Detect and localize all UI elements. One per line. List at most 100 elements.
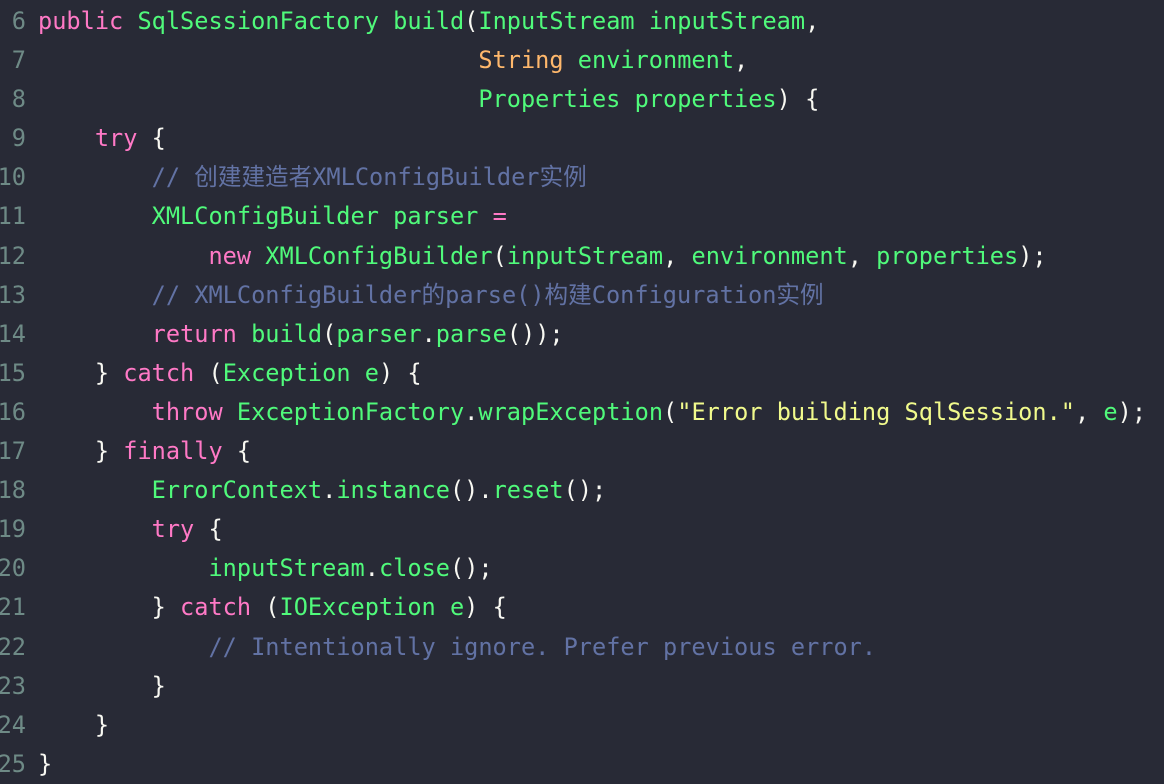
punctuation-token: { bbox=[222, 437, 252, 466]
line-number: 17 bbox=[0, 437, 26, 466]
line-source: XMLConfigBuilder parser = bbox=[38, 197, 507, 236]
line-source: } finally { bbox=[38, 432, 251, 471]
line-source: new XMLConfigBuilder(inputStream, enviro… bbox=[38, 237, 1046, 276]
identifier-token: IOException e bbox=[279, 593, 465, 622]
identifier-token: close bbox=[378, 554, 450, 583]
identifier-token: environment bbox=[577, 46, 735, 75]
line-source: try { bbox=[38, 119, 166, 158]
punctuation-token: } bbox=[38, 593, 181, 622]
punctuation-token bbox=[38, 163, 152, 191]
line-number: 20 bbox=[0, 554, 26, 583]
line-source: // XMLConfigBuilder的parse()构建Configurati… bbox=[38, 276, 824, 315]
comment-token: // 创建建造者XMLConfigBuilder实例 bbox=[151, 163, 587, 192]
identifier-token: ExceptionFactory bbox=[236, 397, 465, 426]
punctuation-token: , bbox=[663, 241, 692, 270]
identifier-token: SqlSessionFactory build bbox=[137, 7, 465, 35]
identifier-token: XMLConfigBuilder parser bbox=[151, 202, 493, 231]
punctuation-token: { bbox=[137, 124, 166, 153]
punctuation-token bbox=[38, 633, 208, 661]
line-source: // Intentionally ignore. Prefer previous… bbox=[38, 628, 876, 667]
line-number: 21 bbox=[0, 593, 26, 622]
keyword-token: try bbox=[151, 515, 195, 544]
comment-token: // Intentionally ignore. Prefer previous… bbox=[208, 632, 877, 661]
comment-token: // XMLConfigBuilder的parse()构建Configurati… bbox=[151, 280, 824, 309]
line-number: 6 bbox=[11, 7, 26, 35]
line-source: } catch (IOException e) { bbox=[38, 588, 507, 627]
identifier-token: instance bbox=[336, 476, 450, 505]
keyword-token: = bbox=[492, 202, 507, 231]
identifier-token: parser bbox=[336, 319, 422, 348]
punctuation-token bbox=[38, 124, 95, 152]
identifier-token: ErrorContext bbox=[151, 476, 323, 505]
punctuation-token: (). bbox=[449, 476, 493, 505]
punctuation-token: . bbox=[464, 397, 479, 426]
line-source: String environment, bbox=[38, 41, 748, 80]
line-number: 19 bbox=[0, 515, 26, 544]
identifier-token: wrapException bbox=[478, 397, 664, 426]
punctuation-token: { bbox=[194, 515, 223, 544]
punctuation-token: ( bbox=[464, 7, 479, 35]
punctuation-token: . bbox=[364, 554, 379, 583]
line-source: try { bbox=[38, 510, 223, 549]
line-source: } bbox=[38, 706, 109, 745]
identifier-token: inputStream bbox=[506, 241, 664, 270]
punctuation-token: ) { bbox=[464, 593, 507, 622]
punctuation-token: } bbox=[38, 749, 53, 778]
line-number: 23 bbox=[0, 671, 26, 700]
line-number: 22 bbox=[0, 632, 26, 661]
punctuation-token: , bbox=[805, 7, 820, 35]
keyword-token: catch bbox=[180, 593, 252, 622]
line-source: } bbox=[38, 745, 52, 784]
line-number: 9 bbox=[11, 124, 26, 153]
punctuation-token: } bbox=[38, 671, 166, 700]
punctuation-token: ( bbox=[492, 241, 507, 270]
keyword-token: try bbox=[94, 124, 138, 153]
line-number: 18 bbox=[0, 476, 26, 505]
punctuation-token: , bbox=[1075, 397, 1104, 426]
keyword-token: new bbox=[208, 241, 266, 270]
identifier-token: inputStream bbox=[208, 554, 365, 583]
line-source: ErrorContext.instance().reset(); bbox=[38, 471, 607, 510]
line-number: 13 bbox=[0, 280, 26, 309]
punctuation-token: (); bbox=[449, 554, 493, 583]
punctuation-token: } bbox=[38, 358, 124, 387]
punctuation-token: ) { bbox=[776, 85, 820, 114]
punctuation-token: ( bbox=[194, 358, 223, 387]
type-token: String bbox=[478, 46, 578, 75]
line-source: public SqlSessionFactory build(InputStre… bbox=[38, 2, 819, 41]
identifier-token: Exception e bbox=[222, 358, 379, 387]
identifier-token: reset bbox=[492, 476, 564, 505]
line-source: } catch (Exception e) { bbox=[38, 354, 422, 393]
keyword-token: throw bbox=[151, 397, 237, 426]
line-number: 14 bbox=[0, 319, 26, 348]
punctuation-token bbox=[38, 554, 208, 582]
punctuation-token bbox=[38, 202, 152, 230]
identifier-token: InputStream inputStream bbox=[478, 7, 806, 35]
punctuation-token: , bbox=[847, 241, 877, 270]
line-source: } bbox=[38, 667, 166, 706]
punctuation-token: ); bbox=[1117, 397, 1147, 426]
punctuation-token bbox=[38, 281, 152, 309]
punctuation-token: ( bbox=[251, 593, 280, 622]
punctuation-token: } bbox=[38, 710, 110, 739]
punctuation-token: ()); bbox=[506, 319, 564, 348]
punctuation-token: } bbox=[38, 437, 124, 466]
punctuation-token bbox=[38, 398, 152, 426]
line-number: 24 bbox=[0, 710, 26, 739]
string-token: "Error building SqlSession." bbox=[677, 397, 1075, 426]
punctuation-token bbox=[38, 320, 152, 348]
line-number: 12 bbox=[0, 241, 26, 270]
line-source: return build(parser.parse()); bbox=[38, 315, 564, 354]
line-number: 10 bbox=[0, 163, 26, 192]
identifier-token: XMLConfigBuilder bbox=[265, 241, 493, 270]
identifier-token: Properties properties bbox=[478, 85, 777, 114]
keyword-token: public bbox=[38, 7, 138, 35]
punctuation-token: , bbox=[734, 46, 749, 75]
punctuation-token bbox=[38, 85, 478, 113]
line-number: 7 bbox=[11, 46, 26, 75]
line-number: 8 bbox=[11, 85, 26, 114]
punctuation-token bbox=[38, 46, 478, 74]
identifier-token: parse bbox=[435, 319, 507, 348]
line-number: 15 bbox=[0, 358, 26, 387]
line-source: Properties properties) { bbox=[38, 80, 819, 119]
